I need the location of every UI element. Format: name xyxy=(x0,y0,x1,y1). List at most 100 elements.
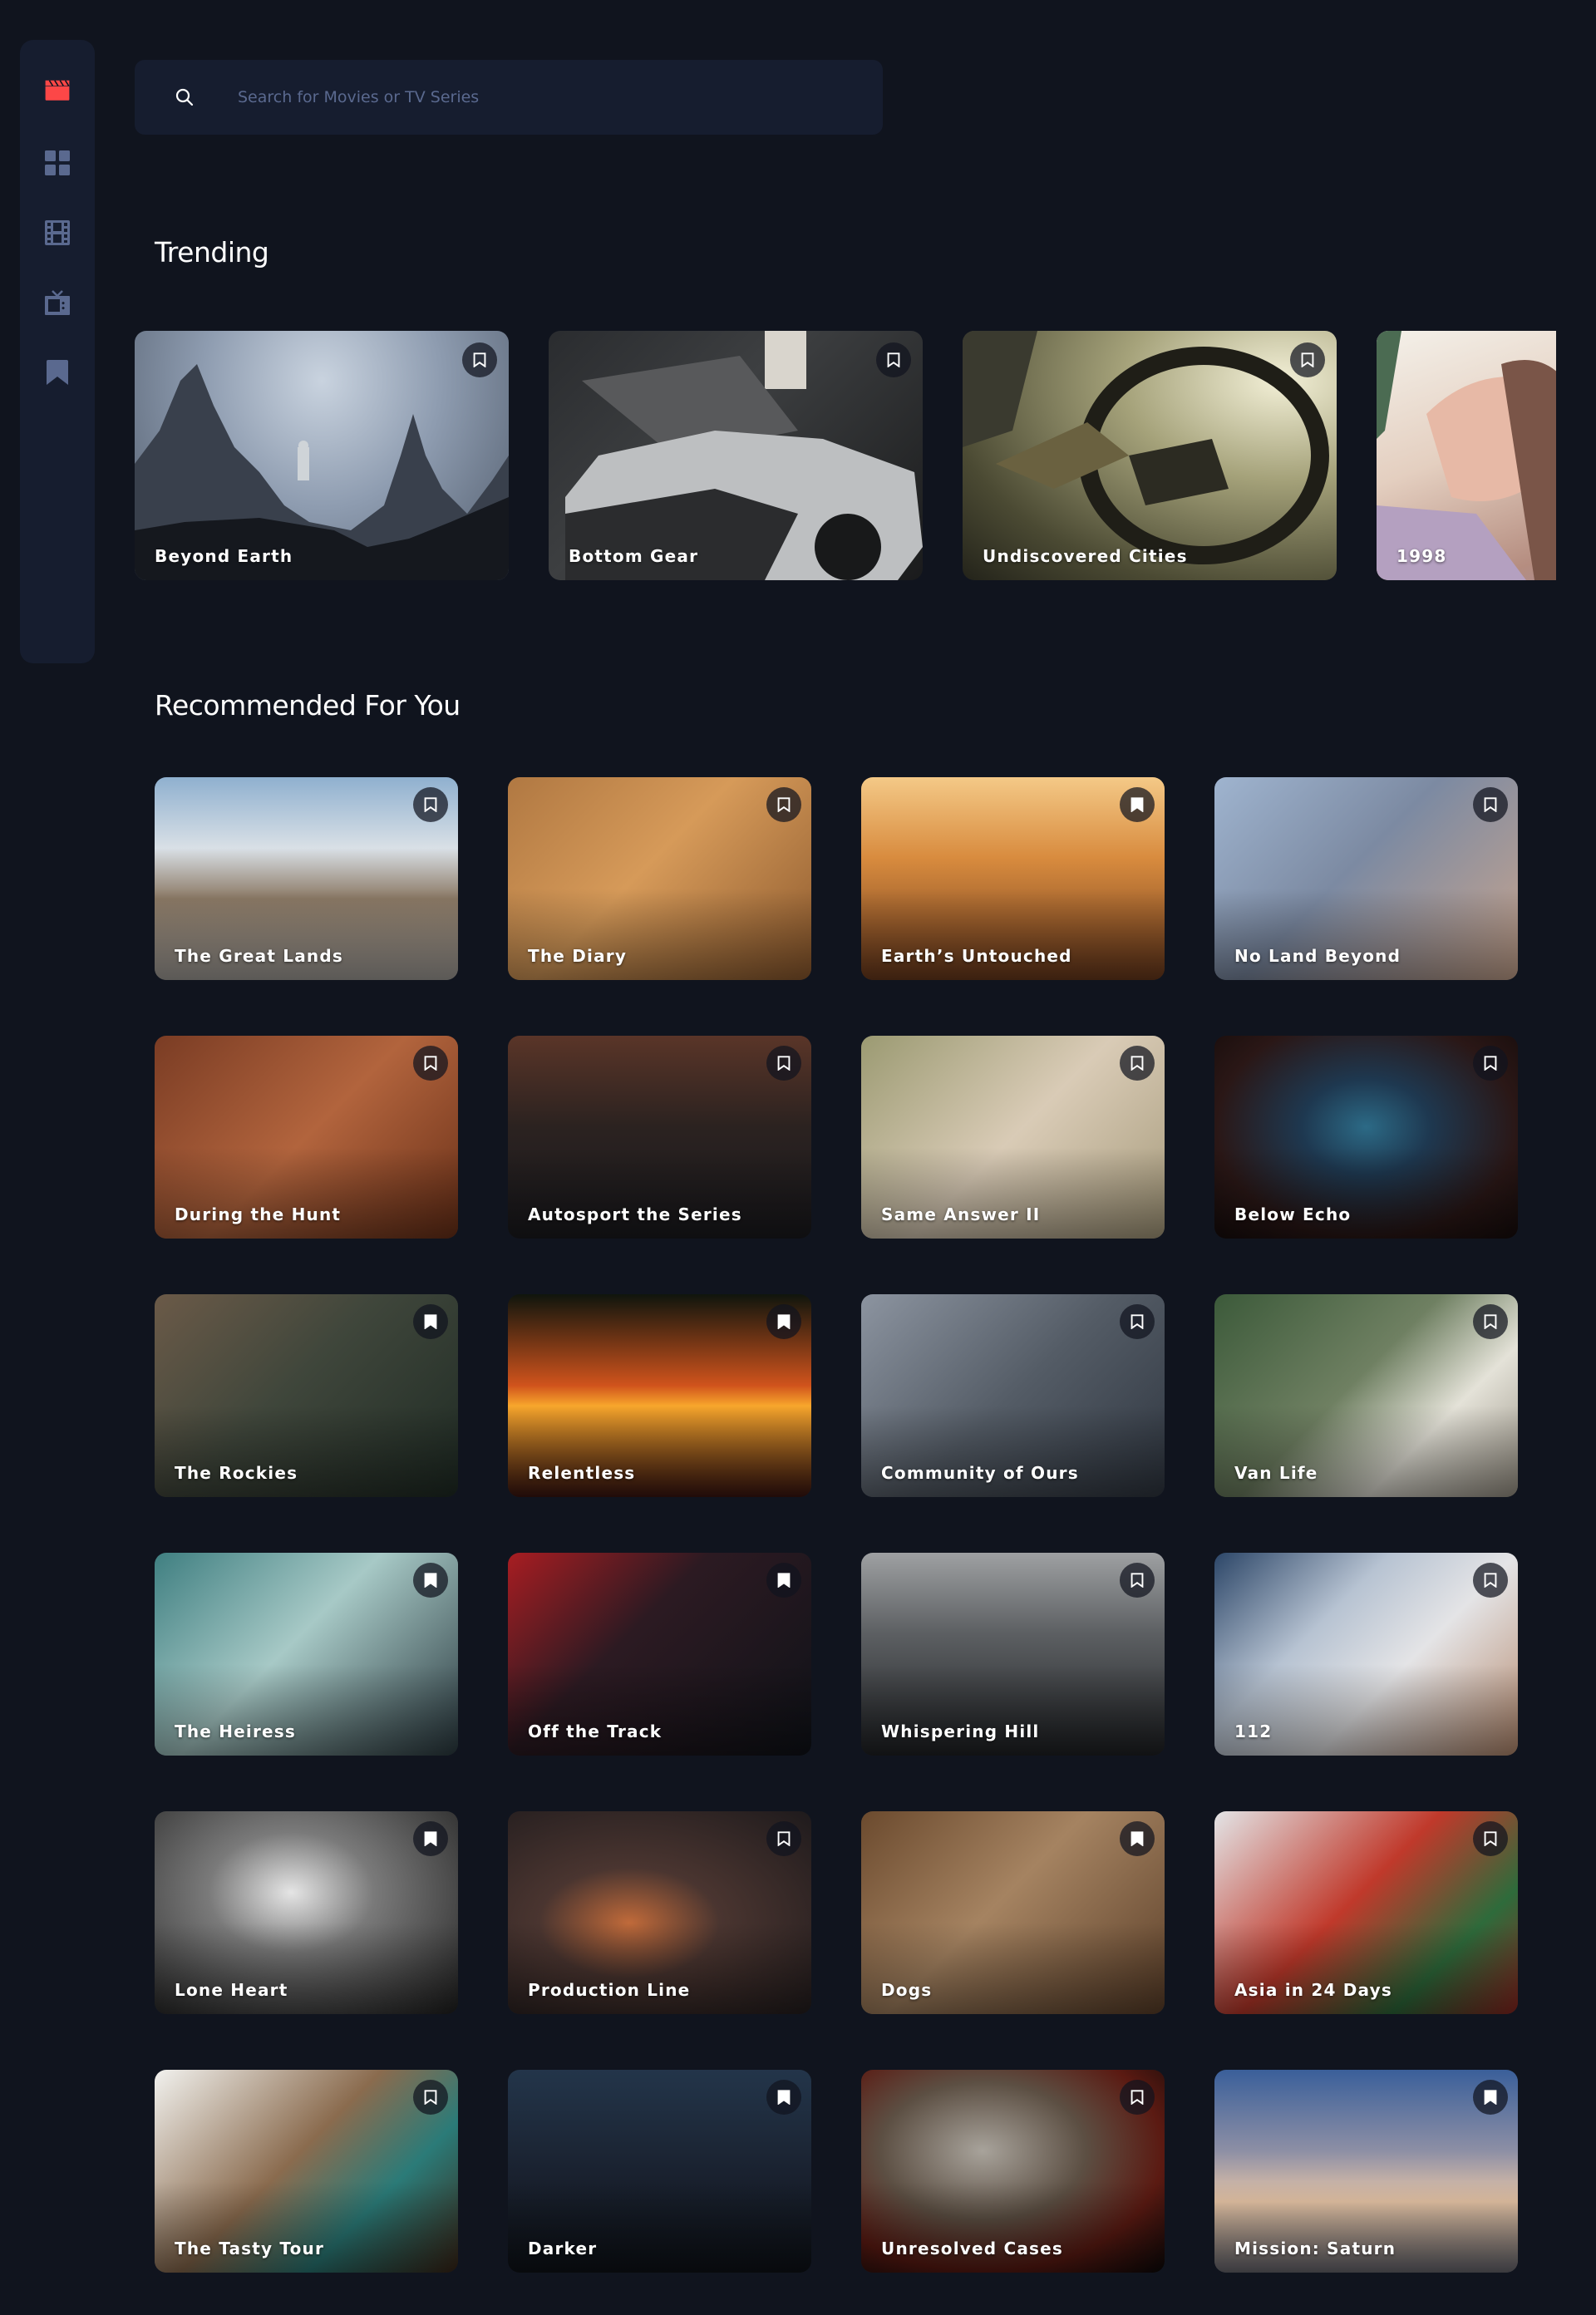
bookmark-toggle[interactable] xyxy=(462,342,497,377)
film-icon[interactable] xyxy=(44,219,71,246)
card-title: Whispering Hill xyxy=(881,1721,1040,1741)
recommended-card[interactable]: The Rockies xyxy=(155,1294,458,1497)
recommended-card[interactable]: Community of Ours xyxy=(861,1294,1165,1497)
bookmark-toggle[interactable] xyxy=(1120,787,1155,822)
bookmark-icon xyxy=(777,1056,791,1071)
bookmark-filled-icon xyxy=(777,1573,791,1588)
bookmark-filled-icon xyxy=(777,2090,791,2105)
card-title: Lone Heart xyxy=(175,1980,288,2000)
recommended-card[interactable]: During the Hunt xyxy=(155,1036,458,1239)
recommended-card[interactable]: Off the Track xyxy=(508,1553,811,1756)
bookmark-filled-icon xyxy=(1484,2090,1497,2105)
sidebar xyxy=(20,40,95,663)
bookmark-toggle[interactable] xyxy=(1120,2080,1155,2115)
bookmark-icon xyxy=(887,352,900,367)
bookmark-filled-icon xyxy=(1130,797,1144,812)
bookmark-toggle[interactable] xyxy=(1120,1046,1155,1081)
card-title: The Heiress xyxy=(175,1721,297,1741)
recommended-card[interactable]: Mission: Saturn xyxy=(1214,2070,1518,2273)
card-title: Asia in 24 Days xyxy=(1234,1980,1392,2000)
bookmark-toggle[interactable] xyxy=(766,2080,801,2115)
bookmark-toggle[interactable] xyxy=(413,1563,448,1598)
tv-icon[interactable] xyxy=(44,289,71,316)
recommended-card[interactable]: Whispering Hill xyxy=(861,1553,1165,1756)
bookmark-toggle[interactable] xyxy=(413,787,448,822)
bookmark-toggle[interactable] xyxy=(766,1821,801,1856)
bookmark-icon xyxy=(1130,1056,1144,1071)
bookmark-toggle[interactable] xyxy=(413,1304,448,1339)
card-title: Undiscovered Cities xyxy=(983,546,1188,566)
grid-icon[interactable] xyxy=(44,150,71,176)
search-input[interactable] xyxy=(238,60,853,135)
bookmark-icon xyxy=(1484,1573,1497,1588)
bookmark-toggle[interactable] xyxy=(766,1304,801,1339)
bookmark-icon[interactable] xyxy=(44,359,71,386)
recommended-card[interactable]: The Great Lands xyxy=(155,777,458,980)
recommended-card[interactable]: Relentless xyxy=(508,1294,811,1497)
card-title: Production Line xyxy=(528,1980,691,2000)
bookmark-toggle[interactable] xyxy=(1120,1563,1155,1598)
recommended-card[interactable]: Below Echo xyxy=(1214,1036,1518,1239)
recommended-card[interactable]: Van Life xyxy=(1214,1294,1518,1497)
bookmark-toggle[interactable] xyxy=(876,342,911,377)
bookmark-filled-icon xyxy=(424,1831,437,1846)
bookmark-filled-icon xyxy=(424,1573,437,1588)
bookmark-icon xyxy=(473,352,486,367)
bookmark-toggle[interactable] xyxy=(413,2080,448,2115)
trending-card[interactable]: 1998 xyxy=(1377,331,1556,580)
recommended-card[interactable]: The Tasty Tour xyxy=(155,2070,458,2273)
bookmark-toggle[interactable] xyxy=(1473,787,1508,822)
recommended-card[interactable]: Unresolved Cases xyxy=(861,2070,1165,2273)
card-title: The Diary xyxy=(528,946,628,966)
bookmark-icon xyxy=(1484,1314,1497,1329)
bookmark-toggle[interactable] xyxy=(1290,342,1325,377)
trending-card[interactable]: Beyond Earth xyxy=(135,331,509,580)
recommended-card[interactable]: Dogs xyxy=(861,1811,1165,2014)
bookmark-toggle[interactable] xyxy=(413,1046,448,1081)
recommended-card[interactable]: Production Line xyxy=(508,1811,811,2014)
search-bar xyxy=(135,60,883,135)
bookmark-icon xyxy=(424,797,437,812)
bookmark-toggle[interactable] xyxy=(1473,1563,1508,1598)
trending-card[interactable]: Undiscovered Cities xyxy=(963,331,1337,580)
card-title: Community of Ours xyxy=(881,1463,1079,1483)
bookmark-toggle[interactable] xyxy=(766,1046,801,1081)
card-title: 112 xyxy=(1234,1721,1273,1741)
bookmark-icon xyxy=(424,2090,437,2105)
bookmark-toggle[interactable] xyxy=(766,1563,801,1598)
recommended-card[interactable]: No Land Beyond xyxy=(1214,777,1518,980)
trending-card[interactable]: Bottom Gear xyxy=(549,331,923,580)
bookmark-toggle[interactable] xyxy=(1120,1304,1155,1339)
card-title: Off the Track xyxy=(528,1721,663,1741)
recommended-card[interactable]: Earth’s Untouched xyxy=(861,777,1165,980)
recommended-card[interactable]: Asia in 24 Days xyxy=(1214,1811,1518,2014)
card-title: Beyond Earth xyxy=(155,546,293,566)
trending-title: Trending xyxy=(155,236,269,268)
recommended-card[interactable]: Darker xyxy=(508,2070,811,2273)
card-title: Dogs xyxy=(881,1980,933,2000)
card-title: Below Echo xyxy=(1234,1204,1352,1224)
bookmark-toggle[interactable] xyxy=(1473,1821,1508,1856)
recommended-card[interactable]: The Heiress xyxy=(155,1553,458,1756)
bookmark-icon xyxy=(1130,1314,1144,1329)
trending-carousel[interactable]: Beyond Earth Bottom Gear Undiscovered Ci… xyxy=(135,331,1556,580)
bookmark-toggle[interactable] xyxy=(1473,1304,1508,1339)
card-title: Unresolved Cases xyxy=(881,2239,1064,2258)
bookmark-toggle[interactable] xyxy=(766,787,801,822)
recommended-card[interactable]: Same Answer II xyxy=(861,1036,1165,1239)
bookmark-icon xyxy=(777,1831,791,1846)
recommended-card[interactable]: Lone Heart xyxy=(155,1811,458,2014)
card-title: Earth’s Untouched xyxy=(881,946,1072,966)
recommended-card[interactable]: Autosport the Series xyxy=(508,1036,811,1239)
card-title: Relentless xyxy=(528,1463,636,1483)
recommended-card[interactable]: The Diary xyxy=(508,777,811,980)
bookmark-filled-icon xyxy=(424,1314,437,1329)
bookmark-icon xyxy=(1484,1831,1497,1846)
bookmark-toggle[interactable] xyxy=(1120,1821,1155,1856)
bookmark-toggle[interactable] xyxy=(413,1821,448,1856)
bookmark-toggle[interactable] xyxy=(1473,2080,1508,2115)
clapperboard-icon[interactable] xyxy=(44,76,71,103)
recommended-card[interactable]: 112 xyxy=(1214,1553,1518,1756)
bookmark-toggle[interactable] xyxy=(1473,1046,1508,1081)
search-icon xyxy=(175,88,194,106)
